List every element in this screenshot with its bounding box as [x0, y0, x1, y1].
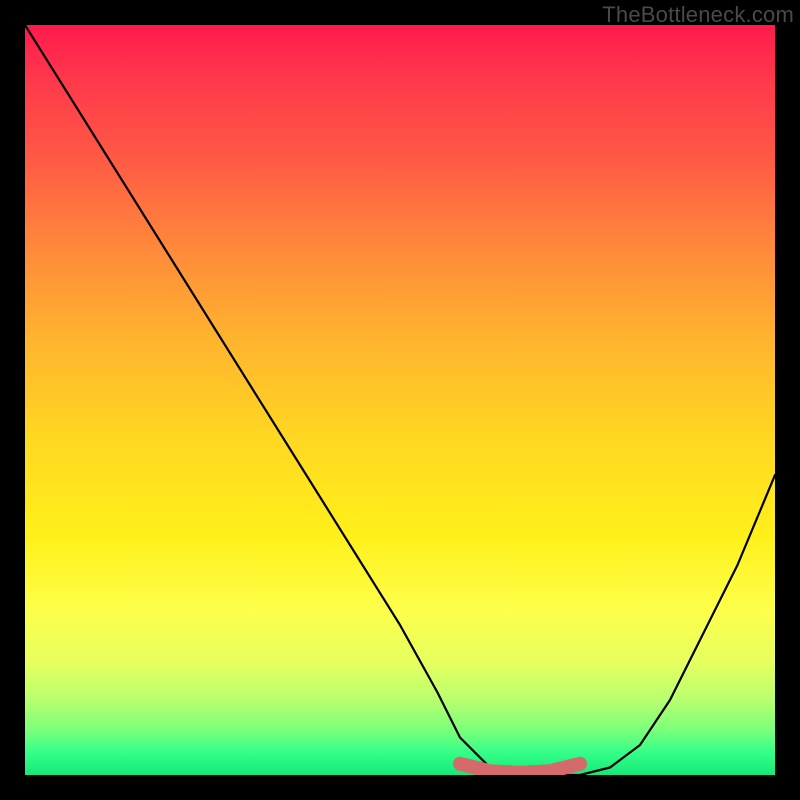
- highlight-segment: [460, 764, 580, 773]
- bottleneck-curve: [25, 25, 775, 775]
- curve-svg: [25, 25, 775, 775]
- chart-frame: TheBottleneck.com: [0, 0, 800, 800]
- plot-area: [25, 25, 775, 775]
